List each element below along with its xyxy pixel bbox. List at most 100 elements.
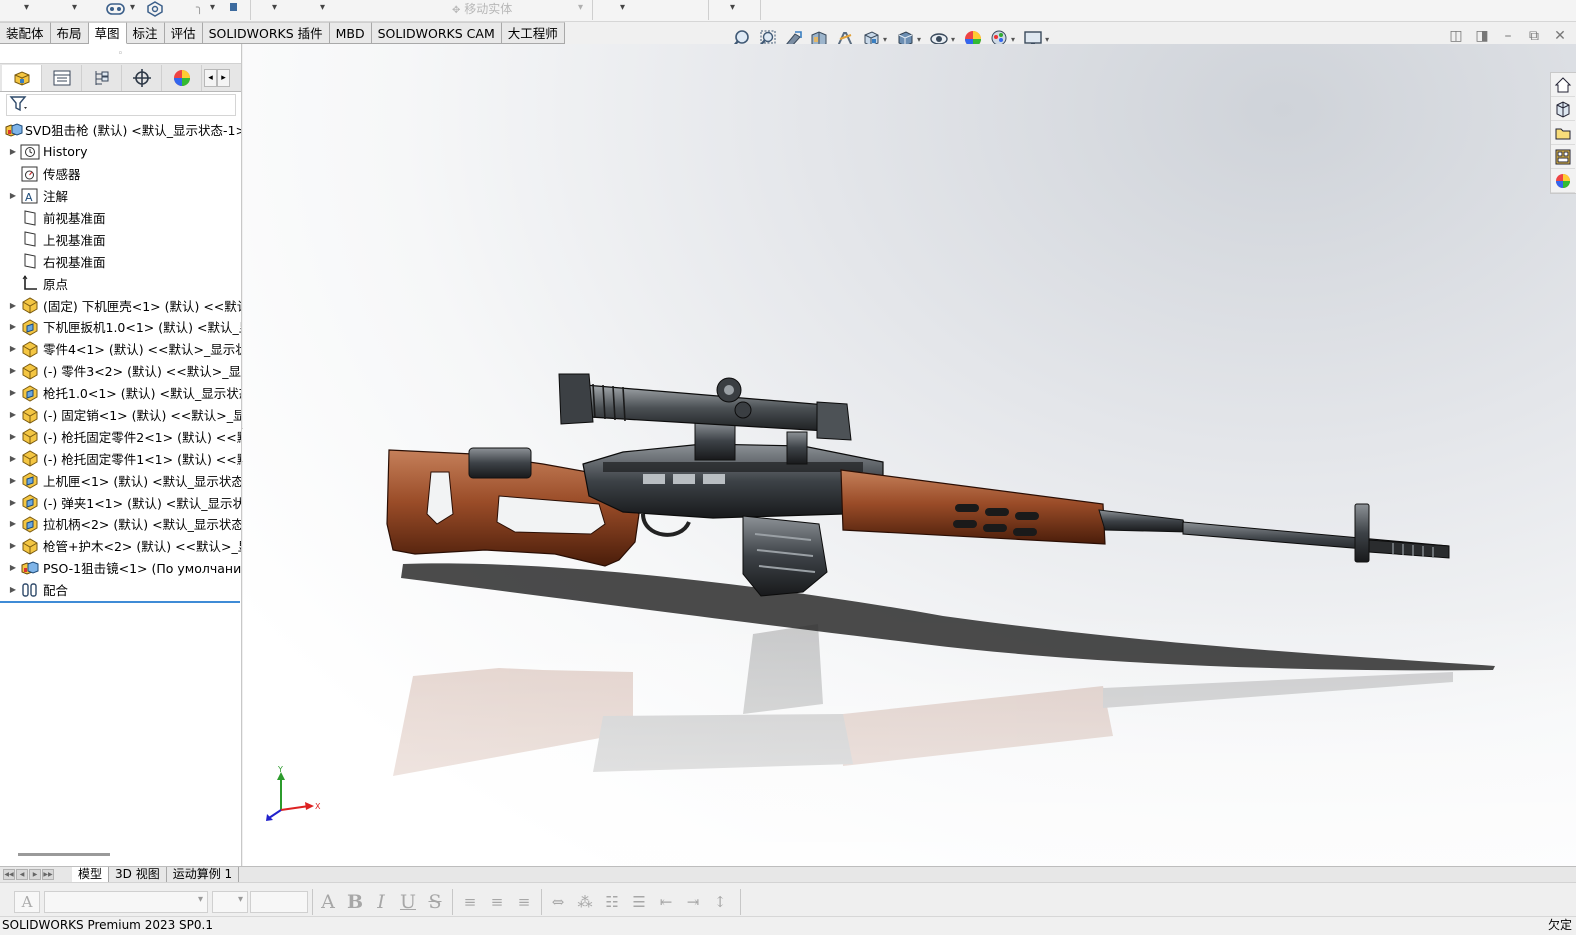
tree-item-component[interactable]: ▶ (-) 固定销<1> (默认) <<默认>_显示状态 1> [0,404,241,426]
rifle-model-icon[interactable] [243,44,1576,866]
design-library-icon[interactable] [1551,97,1575,121]
tree-item-component[interactable]: ▶ (-) 枪托固定零件2<1> (默认) <<默认>_显示状态 1> [0,425,241,447]
tab-model[interactable]: 模型 [72,867,110,883]
pattern-icon[interactable]: ╮ [196,0,203,14]
panel-grip-icon[interactable]: ◦ [0,44,241,64]
restore-icon[interactable]: ⧉ [1526,28,1542,44]
expand-arrow-icon[interactable]: ▶ [6,388,20,397]
dropdown-arrow-icon[interactable]: ▾ [272,2,277,13]
bold-button[interactable]: B [345,891,365,913]
dropdown-arrow-icon[interactable]: ▾ [72,2,77,13]
tree-item-component[interactable]: ▶ 枪托1.0<1> (默认) <默认_显示状态-1> [0,382,241,404]
align-right-icon[interactable]: ≡ [514,891,534,913]
expand-arrow-icon[interactable]: ▶ [6,563,20,572]
smart-mates-icon[interactable] [106,1,126,20]
dropdown-arrow-icon[interactable]: ▾ [620,2,625,13]
tree-item-front-plane[interactable]: 前视基准面 [0,207,241,229]
expand-arrow-icon[interactable]: ▶ [6,498,20,507]
tree-filter-input[interactable] [6,94,236,116]
expand-arrow-icon[interactable]: ▶ [6,519,20,528]
strikethrough-button[interactable]: S [425,891,445,913]
tab-motion-study[interactable]: 运动算例 1 [166,867,240,883]
italic-button[interactable]: I [371,891,391,913]
tab-evaluate[interactable]: 评估 [164,22,203,44]
fit-text-icon[interactable]: ⇔ [548,891,568,913]
tab-scroll-right-icon[interactable]: ▸ [217,68,230,87]
tree-item-component[interactable]: ▶ (-) 枪托固定零件1<1> (默认) <<默认>_显示状态 1> [0,447,241,469]
mate-icon[interactable] [146,1,164,20]
expand-arrow-icon[interactable]: ▶ [6,585,20,594]
font-select[interactable]: ▾ [44,891,208,913]
expand-arrow-icon[interactable]: ▶ [6,454,20,463]
expand-arrow-icon[interactable]: ▶ [6,410,20,419]
dropdown-arrow-icon[interactable]: ▾ [578,2,583,13]
expand-arrow-icon[interactable]: ▶ [6,432,20,441]
tab-assembly[interactable]: 装配体 [0,22,51,44]
expand-arrow-icon[interactable]: ▶ [6,301,20,310]
expand-arrow-icon[interactable]: ▶ [6,322,20,331]
stack-icon[interactable]: ⁂ [575,891,595,913]
dimxpert-manager-icon[interactable] [122,64,162,91]
minimize-icon[interactable]: – [1500,28,1516,44]
expand-arrow-icon[interactable]: ▶ [6,147,20,156]
tree-item-component[interactable]: ▶ (固定) 下机匣壳<1> (默认) <<默认_显示状态-1>> [0,294,241,316]
tree-item-top-plane[interactable]: 上视基准面 [0,228,241,250]
file-explorer-icon[interactable] [1551,121,1575,145]
expand-arrow-icon[interactable]: ▶ [6,541,20,550]
align-left-icon[interactable]: ≡ [460,891,480,913]
tab-markup[interactable]: 标注 [126,22,165,44]
tab-scroll-left-icon[interactable]: ◂ [204,68,217,87]
expand-arrow-icon[interactable]: ▶ [6,344,20,353]
tile-right-icon[interactable]: ◨ [1474,28,1490,44]
dropdown-arrow-icon[interactable]: ▾ [730,2,735,13]
tree-item-sensors[interactable]: 传感器 [0,163,241,185]
filter-icon[interactable] [9,95,31,116]
appearances-scenes-icon[interactable] [1551,169,1575,193]
next-tab-icon[interactable]: ▶ [29,869,41,880]
tree-item-history[interactable]: ▶ History [0,141,241,163]
numbering-icon[interactable]: ☰ [629,891,649,913]
dropdown-arrow-icon[interactable]: ▾ [24,2,29,13]
tree-item-component[interactable]: ▶ (-) 零件3<2> (默认) <<默认>_显示状态 1> [0,360,241,382]
prev-tab-icon[interactable]: ◀ [16,869,28,880]
horizontal-scrollbar[interactable] [18,853,110,856]
feature-manager-tree-icon[interactable] [2,64,42,91]
increase-indent-icon[interactable]: ⇥ [683,891,703,913]
tree-item-component[interactable]: ▶ 上机匣<1> (默认) <默认_显示状态-1> [0,469,241,491]
close-icon[interactable]: ✕ [1552,28,1568,44]
bullets-icon[interactable]: ☷ [602,891,622,913]
tree-item-right-plane[interactable]: 右视基准面 [0,250,241,272]
tree-root-assembly[interactable]: SVD狙击枪 (默认) <默认_显示状态-1> [0,119,241,141]
text-style-icon[interactable]: A [14,891,40,913]
view-palette-icon[interactable] [1551,145,1575,169]
expand-arrow-icon[interactable]: ▶ [6,366,20,375]
dropdown-arrow-icon[interactable]: ▾ [210,2,215,13]
first-tab-icon[interactable]: ◀◀ [3,869,15,880]
underline-button[interactable]: U [398,891,418,913]
expand-arrow-icon[interactable]: ▶ [6,476,20,485]
tree-item-component[interactable]: ▶ 下机匣扳机1.0<1> (默认) <默认_显示状态-1> [0,316,241,338]
line-spacing-icon[interactable]: ↕ [710,891,730,913]
tree-item-component[interactable]: ▶ PSO-1狙击镜<1> (По умолчанию) [0,557,241,579]
insert-component-icon[interactable] [230,3,237,11]
tree-item-component[interactable]: ▶ 零件4<1> (默认) <<默认>_显示状态 1> [0,338,241,360]
tree-item-annotations[interactable]: ▶ A 注解 [0,185,241,207]
tab-sketch[interactable]: 草图 [88,22,127,44]
tree-item-mates[interactable]: ▶ 配合 [0,579,241,601]
tab-mbd[interactable]: MBD [329,22,372,44]
line-spacing-input[interactable] [250,891,308,913]
property-manager-icon[interactable] [42,64,82,91]
tree-item-component[interactable]: ▶ (-) 弹夹1<1> (默认) <默认_显示状态-1> [0,491,241,513]
tree-item-component[interactable]: ▶ 枪管+护木<2> (默认) <<默认>_显示状态 1> [0,535,241,557]
tree-item-component[interactable]: ▶ 拉机柄<2> (默认) <默认_显示状态-1> [0,513,241,535]
dropdown-arrow-icon[interactable]: ▾ [130,2,135,13]
graphics-area[interactable]: Y X [243,44,1576,866]
dropdown-arrow-icon[interactable]: ▾ [320,2,325,13]
tab-cam[interactable]: SOLIDWORKS CAM [371,22,502,44]
solidworks-resources-icon[interactable] [1551,73,1575,97]
tab-engineer[interactable]: 大工程师 [501,22,565,44]
display-manager-icon[interactable] [162,64,202,91]
tile-left-icon[interactable]: ◫ [1448,28,1464,44]
tab-3d-views[interactable]: 3D 视图 [109,867,167,883]
text-color-icon[interactable]: A [318,891,338,913]
